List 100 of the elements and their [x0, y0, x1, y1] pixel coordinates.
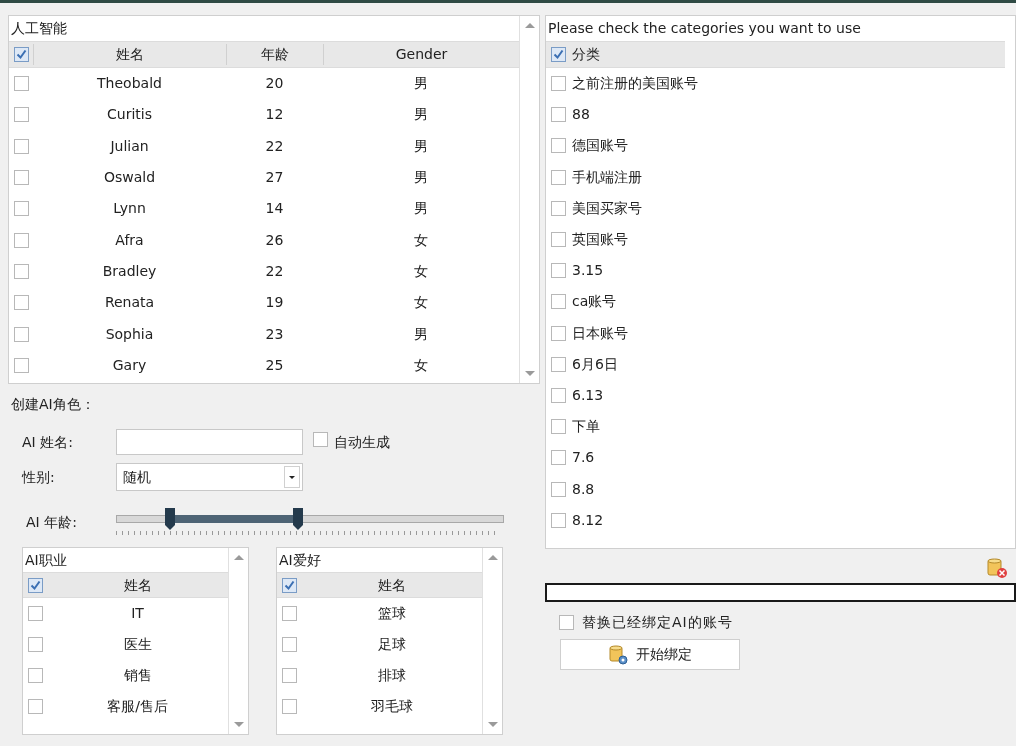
- table-cell-text: 12: [264, 105, 285, 125]
- checkbox[interactable]: [551, 512, 566, 528]
- field-label: AI 姓名:: [22, 432, 74, 452]
- checkbox[interactable]: [313, 431, 328, 447]
- delete-database-icon[interactable]: [986, 557, 1008, 579]
- slider-thumb[interactable]: [293, 508, 304, 530]
- checkbox[interactable]: [281, 606, 297, 621]
- table-cell-text: 14: [264, 199, 285, 219]
- checkbox[interactable]: [13, 295, 29, 311]
- table-cell-text: 男: [413, 105, 429, 125]
- category-label[interactable]: 之前注册的美国账号: [572, 73, 698, 95]
- checkbox[interactable]: [551, 325, 566, 341]
- checkbox[interactable]: [13, 76, 29, 92]
- checkbox[interactable]: [551, 294, 566, 310]
- table-cell-text: 男: [413, 324, 429, 344]
- checkbox[interactable]: [551, 450, 566, 466]
- field-label: 性别:: [22, 467, 56, 487]
- checkbox[interactable]: [551, 107, 566, 123]
- name-field[interactable]: [116, 429, 303, 455]
- column-header[interactable]: 分类: [572, 44, 600, 65]
- table-cell-text: 20: [264, 74, 285, 94]
- bind-button[interactable]: 开始绑定: [560, 639, 740, 670]
- checkbox[interactable]: [13, 170, 29, 186]
- category-label[interactable]: ca账号: [572, 291, 617, 313]
- checkbox[interactable]: [13, 138, 29, 154]
- checkbox[interactable]: [27, 699, 43, 714]
- table-cell-text: 女: [413, 355, 429, 375]
- table-cell-text: Oswald: [102, 168, 157, 188]
- checkbox[interactable]: [281, 577, 297, 593]
- checkbox[interactable]: [13, 357, 29, 373]
- table-cell-text: 22: [264, 136, 285, 156]
- column-header[interactable]: 姓名: [47, 574, 228, 596]
- category-label[interactable]: 手机端注册: [572, 166, 642, 188]
- table-cell-text: Theobald: [96, 74, 163, 94]
- table-cell-text: Renata: [103, 293, 156, 313]
- table-cell[interactable]: IT: [47, 603, 228, 624]
- table-cell-text: Lynn: [112, 199, 147, 219]
- category-label[interactable]: 8.12: [572, 509, 604, 531]
- table-cell-text: 女: [413, 230, 429, 250]
- age-range-slider[interactable]: [116, 507, 504, 537]
- table-cell-text: 男: [413, 136, 429, 156]
- checkbox[interactable]: [13, 107, 29, 123]
- checkbox[interactable]: [551, 263, 566, 279]
- category-label[interactable]: 美国买家号: [572, 197, 642, 219]
- checkbox[interactable]: [27, 577, 43, 593]
- category-label[interactable]: 6.13: [572, 384, 604, 406]
- category-label[interactable]: 3.15: [572, 260, 604, 282]
- checkbox[interactable]: [551, 169, 566, 185]
- checkbox[interactable]: [13, 201, 29, 217]
- table-title: 人工智能: [10, 19, 68, 38]
- table-cell[interactable]: 羽毛球: [301, 696, 482, 717]
- checkbox[interactable]: [551, 481, 566, 497]
- checkbox[interactable]: [281, 637, 297, 652]
- checkbox[interactable]: [551, 47, 566, 62]
- table-cell-text: 男: [413, 74, 429, 94]
- table-cell-text: 26: [264, 230, 285, 250]
- category-label[interactable]: 7.6: [572, 447, 595, 469]
- table-cell-text: Sophia: [104, 324, 155, 344]
- checkbox[interactable]: [551, 232, 566, 248]
- category-label[interactable]: 下单: [572, 416, 600, 438]
- checkbox[interactable]: [559, 615, 574, 630]
- checkbox[interactable]: [27, 668, 43, 683]
- checkbox[interactable]: [551, 138, 566, 154]
- column-header[interactable]: 年龄: [226, 44, 323, 65]
- table-cell-text: 男: [413, 199, 429, 219]
- checkbox[interactable]: [13, 47, 29, 62]
- list-title: Please check the categories you want to use: [547, 19, 862, 38]
- checkbox[interactable]: [13, 263, 29, 279]
- checkbox[interactable]: [27, 606, 43, 621]
- table-cell[interactable]: 足球: [301, 634, 482, 655]
- slider-thumb[interactable]: [165, 508, 176, 530]
- checkbox[interactable]: [27, 637, 43, 652]
- checkbox[interactable]: [281, 668, 297, 683]
- table-cell[interactable]: 篮球: [301, 603, 482, 624]
- checkbox[interactable]: [551, 200, 566, 216]
- checkbox[interactable]: [13, 326, 29, 342]
- table-cell-text: 25: [264, 355, 285, 375]
- table-cell-text: Julian: [108, 136, 150, 156]
- category-label[interactable]: 德国账号: [572, 135, 628, 157]
- category-label[interactable]: 8.8: [572, 478, 595, 500]
- gender-dropdown[interactable]: 随机: [116, 463, 303, 491]
- checkbox[interactable]: [13, 232, 29, 248]
- checkbox[interactable]: [551, 76, 566, 92]
- category-label[interactable]: 英国账号: [572, 229, 628, 251]
- column-header[interactable]: 姓名: [33, 44, 226, 65]
- table-cell[interactable]: 客服/售后: [47, 696, 228, 717]
- column-header[interactable]: 姓名: [301, 574, 482, 596]
- checkbox[interactable]: [551, 419, 566, 435]
- checkbox[interactable]: [551, 356, 566, 372]
- table-cell[interactable]: 医生: [47, 634, 228, 655]
- table-cell-text: Gary: [111, 355, 148, 375]
- category-label[interactable]: 6月6日: [572, 353, 618, 375]
- category-label[interactable]: 88: [572, 104, 590, 126]
- table-cell[interactable]: 销售: [47, 665, 228, 686]
- field-label: AI 年龄:: [26, 512, 78, 532]
- checkbox[interactable]: [281, 699, 297, 714]
- category-label[interactable]: 日本账号: [572, 322, 628, 344]
- table-cell[interactable]: 排球: [301, 665, 482, 686]
- table-cell-text: 男: [413, 168, 429, 188]
- checkbox[interactable]: [551, 387, 566, 403]
